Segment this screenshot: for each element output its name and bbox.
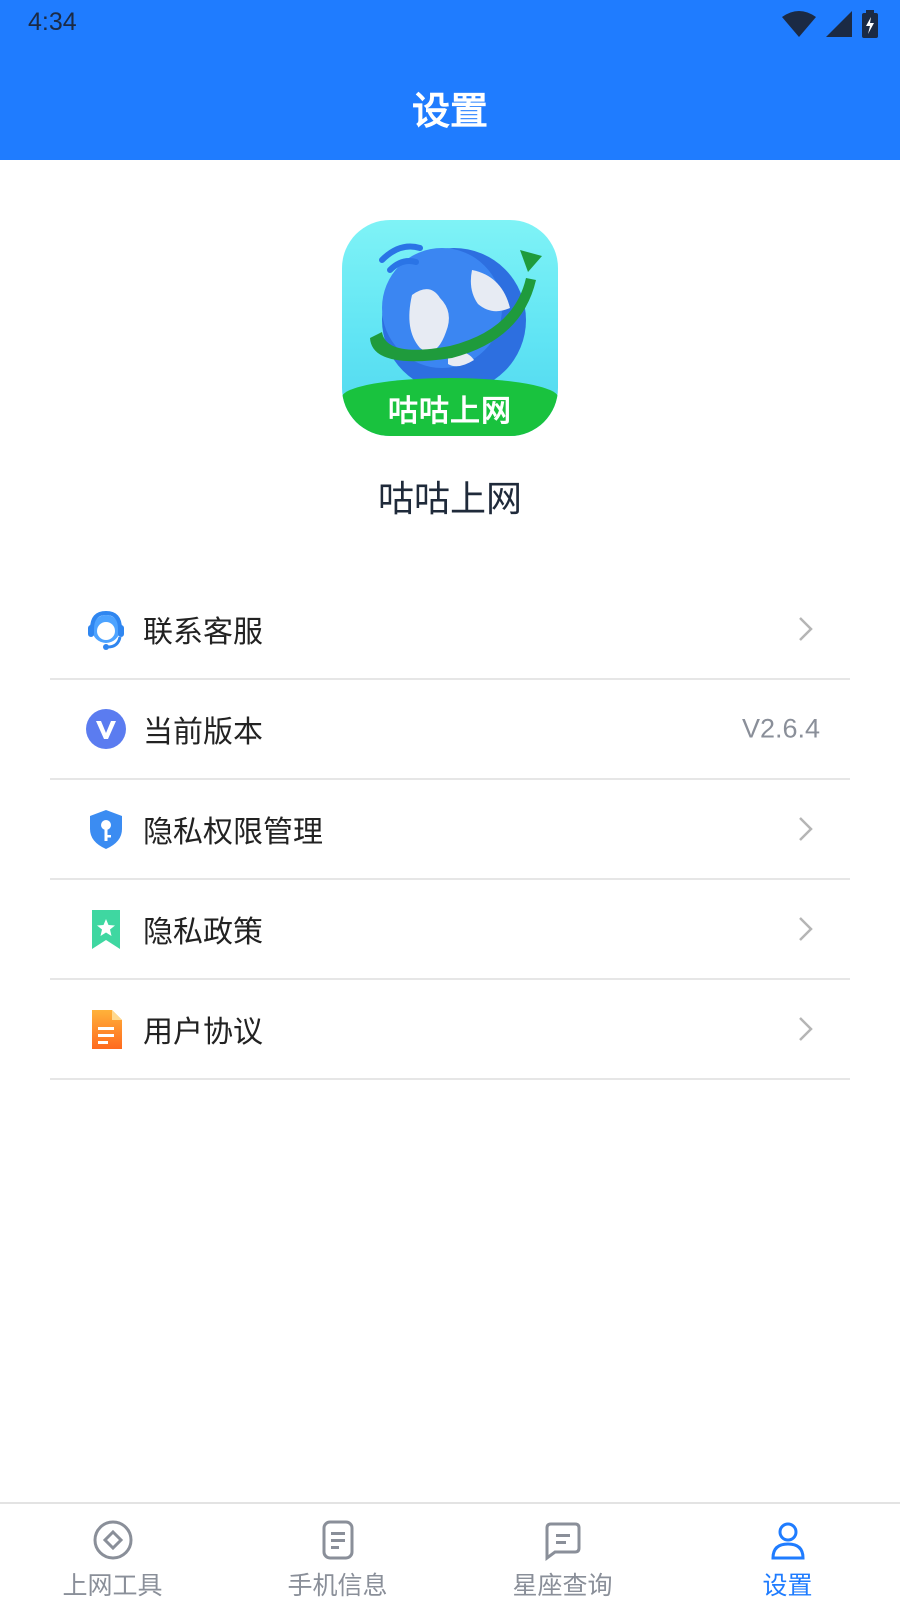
menu-item-label: 隐私权限管理 xyxy=(143,815,323,850)
tab-phone-info[interactable]: 手机信息 xyxy=(225,1504,450,1600)
document-icon xyxy=(84,1007,128,1051)
menu-item-label: 当前版本 xyxy=(143,715,263,750)
tab-label: 手机信息 xyxy=(287,1571,388,1600)
menu-item-contact-support[interactable]: 联系客服 xyxy=(50,580,850,680)
bottom-tab-bar: 上网工具 手机信息 星座查询 设置 xyxy=(0,1502,900,1600)
status-time: 4:34 xyxy=(28,8,77,36)
user-icon xyxy=(770,1522,805,1560)
bookmark-star-icon xyxy=(84,907,128,951)
app-name: 咕咕上网 xyxy=(377,479,522,520)
tab-label: 星座查询 xyxy=(512,1571,613,1600)
menu-item-user-agreement[interactable]: 用户协议 xyxy=(50,980,850,1080)
wifi-icon xyxy=(782,11,816,37)
menu-item-label: 用户协议 xyxy=(143,1015,263,1050)
page-title: 设置 xyxy=(411,89,488,133)
menu-item-label: 联系客服 xyxy=(143,615,263,650)
settings-menu: 联系客服 当前版本 V2.6.4 隐私权限管理 隐私政策 用户协议 xyxy=(50,580,850,1080)
status-icons xyxy=(782,10,878,38)
chevron-right-icon xyxy=(799,1017,813,1041)
version-icon xyxy=(84,707,128,751)
chevron-right-icon xyxy=(799,817,813,841)
menu-item-privacy-permissions[interactable]: 隐私权限管理 xyxy=(50,780,850,880)
menu-item-label: 隐私政策 xyxy=(143,915,263,950)
logo-text: 咕咕上网 xyxy=(388,394,512,429)
battery-icon xyxy=(862,10,878,38)
compass-icon xyxy=(93,1520,132,1560)
chat-note-icon xyxy=(545,1522,580,1561)
tab-label: 设置 xyxy=(762,1571,813,1600)
tab-label: 上网工具 xyxy=(62,1571,163,1600)
chevron-right-icon xyxy=(799,917,813,941)
app-logo: 咕咕上网 xyxy=(342,220,558,436)
signal-icon xyxy=(826,11,852,37)
tab-settings[interactable]: 设置 xyxy=(675,1504,900,1600)
headset-icon xyxy=(84,607,128,651)
menu-item-version[interactable]: 当前版本 V2.6.4 xyxy=(50,680,850,780)
menu-item-privacy-policy[interactable]: 隐私政策 xyxy=(50,880,850,980)
tab-horoscope[interactable]: 星座查询 xyxy=(450,1504,675,1600)
chevron-right-icon xyxy=(799,617,813,641)
tab-network-tools[interactable]: 上网工具 xyxy=(0,1504,225,1600)
shield-key-icon xyxy=(84,807,128,851)
note-icon xyxy=(322,1520,353,1560)
version-value: V2.6.4 xyxy=(741,713,820,744)
app-header: 4:34 设置 xyxy=(0,0,900,160)
